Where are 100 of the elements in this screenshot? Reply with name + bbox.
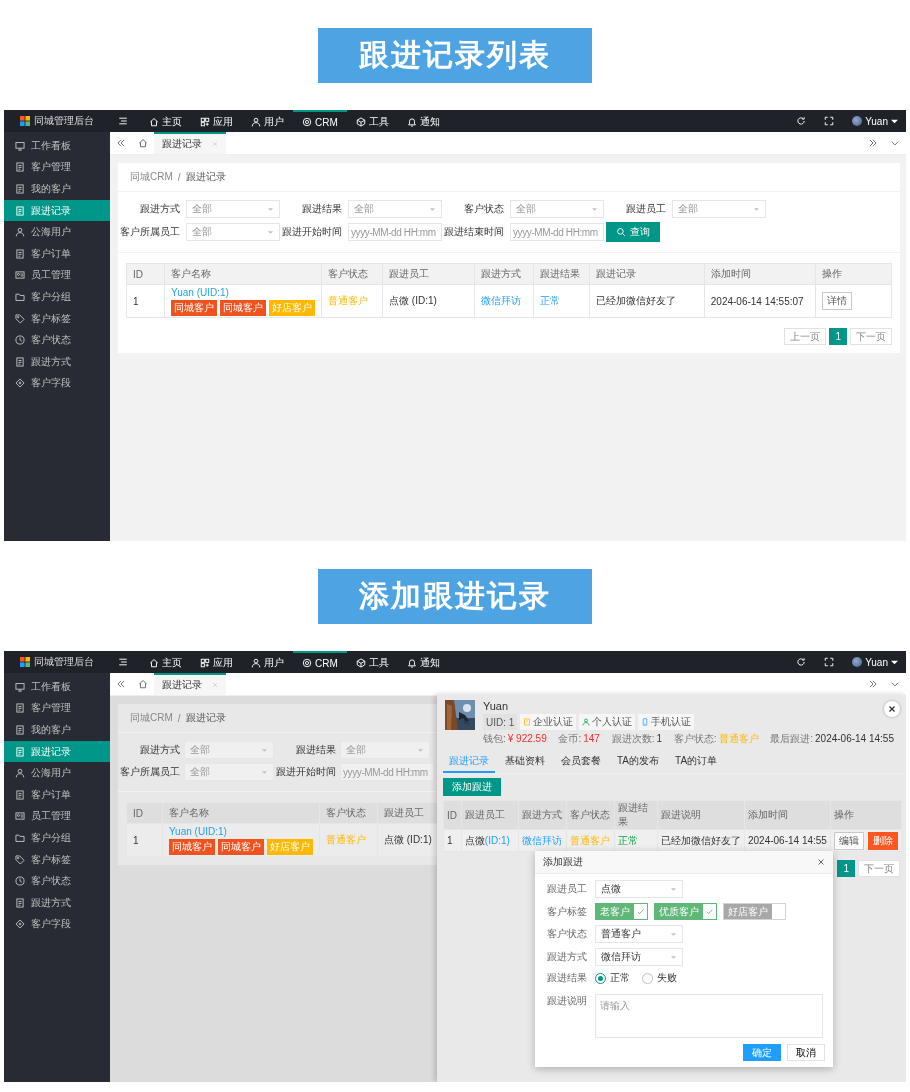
document-icon xyxy=(15,205,25,216)
expand-icon[interactable] xyxy=(868,138,878,148)
sidebar-item[interactable]: 客户管理 xyxy=(4,156,110,179)
chevron-down-icon[interactable] xyxy=(890,138,900,148)
breadcrumb-link[interactable]: 同城CRM xyxy=(130,170,173,184)
fullscreen-icon[interactable] xyxy=(824,657,835,667)
person-icon xyxy=(15,768,25,779)
sidebar-item[interactable]: 工作看板 xyxy=(4,135,110,157)
caret-icon xyxy=(267,205,274,213)
table-cell: 已经加微信好友了 xyxy=(595,295,676,306)
sidebar-item[interactable]: 我的客户 xyxy=(4,719,110,741)
refresh-icon[interactable] xyxy=(796,657,807,667)
page-tab[interactable]: 跟进记录 xyxy=(154,673,226,695)
nav-item[interactable]: 主页 xyxy=(140,110,191,132)
sidebar-item[interactable]: 客户分组 xyxy=(4,827,110,849)
customer-tag: 同城客户 xyxy=(171,299,218,316)
expand-icon[interactable] xyxy=(868,679,878,689)
tab[interactable]: TA的发布 xyxy=(611,750,666,773)
date-field[interactable]: yyyy-MM-dd HH:mm xyxy=(340,763,434,781)
sidebar-item[interactable]: 客户字段 xyxy=(4,372,110,395)
sidebar-item[interactable]: 员工管理 xyxy=(4,805,110,828)
sidebar-item[interactable]: 跟进方式 xyxy=(4,891,110,914)
next-page-button[interactable]: 下一页 xyxy=(858,860,900,877)
dialog-button[interactable]: 取消 xyxy=(787,1044,825,1061)
textarea-field[interactable]: 请输入 xyxy=(595,994,823,1038)
sidebar-item[interactable]: 客户管理 xyxy=(4,697,110,720)
sidebar-item[interactable]: 我的客户 xyxy=(4,178,110,200)
menu-icon[interactable] xyxy=(118,116,128,126)
tag-icon xyxy=(15,313,25,324)
add-follow-up-button[interactable]: 添加跟进 xyxy=(443,778,501,796)
sidebar-item[interactable]: 客户订单 xyxy=(4,242,110,265)
sidebar-item[interactable]: 客户状态 xyxy=(4,870,110,892)
tab[interactable]: 会员套餐 xyxy=(555,750,607,773)
nav-item[interactable]: 通知 xyxy=(397,110,449,132)
home-icon[interactable] xyxy=(138,679,148,689)
select-field[interactable]: 普通客户 xyxy=(595,925,683,943)
breadcrumb-link[interactable]: 跟进记录 xyxy=(185,170,226,184)
radio-button[interactable]: 正常 xyxy=(595,971,630,985)
date-field[interactable]: yyyy-MM-dd HH:mm xyxy=(348,223,442,241)
search-button[interactable]: 查询 xyxy=(606,222,660,242)
stat-value: ¥ 922.59 xyxy=(507,733,547,744)
next-page-button[interactable]: 下一页 xyxy=(850,328,892,345)
menu-icon[interactable] xyxy=(118,657,128,667)
sidebar-item[interactable]: 公海用户 xyxy=(4,762,110,784)
filter-label: 跟进结果 xyxy=(295,743,336,757)
sidebar-item[interactable]: 客户状态 xyxy=(4,329,110,351)
select-field[interactable]: 微信拜访 xyxy=(595,948,683,966)
user-menu[interactable]: Yuan xyxy=(852,110,898,132)
nav-item[interactable]: 用户 xyxy=(242,651,293,673)
table-cell: 1 xyxy=(133,834,139,846)
close-button[interactable] xyxy=(884,701,900,717)
sidebar-item[interactable]: 员工管理 xyxy=(4,264,110,287)
nav-item[interactable]: 工具 xyxy=(346,651,398,673)
sidebar-item[interactable]: 跟进记录 xyxy=(4,199,110,222)
building-icon xyxy=(523,718,532,726)
sidebar-item[interactable]: 客户字段 xyxy=(4,913,110,936)
sidebar-item[interactable]: 跟进记录 xyxy=(4,740,110,763)
page-tab[interactable]: 跟进记录 xyxy=(154,132,226,154)
page-button[interactable]: 1 xyxy=(837,860,855,877)
collapse-icon[interactable] xyxy=(116,138,126,148)
result-text: 正常 xyxy=(617,834,638,846)
tab[interactable]: 基础资料 xyxy=(499,750,551,773)
fullscreen-icon[interactable] xyxy=(824,116,835,126)
date-field[interactable]: yyyy-MM-dd HH:mm xyxy=(510,223,604,241)
sidebar-item[interactable]: 跟进方式 xyxy=(4,350,110,373)
sidebar-item[interactable]: 公海用户 xyxy=(4,221,110,243)
search-icon xyxy=(616,227,626,237)
select-field[interactable]: 点微 xyxy=(595,880,683,898)
refresh-icon[interactable] xyxy=(796,116,807,126)
nav-item[interactable]: 主页 xyxy=(140,651,191,673)
page-button[interactable]: 1 xyxy=(829,328,847,345)
nav-item[interactable]: 应用 xyxy=(191,651,242,673)
nav-item[interactable]: 工具 xyxy=(346,110,398,132)
previous-page-button[interactable]: 上一页 xyxy=(784,328,827,345)
sidebar-item[interactable]: 客户分组 xyxy=(4,286,110,308)
verification-badge: 企业认证 xyxy=(520,714,577,730)
sidebar-item[interactable]: 客户标签 xyxy=(4,848,110,871)
nav-item[interactable]: 用户 xyxy=(242,110,293,132)
sidebar-item[interactable]: 客户订单 xyxy=(4,783,110,806)
nav-item[interactable]: 通知 xyxy=(397,651,449,673)
nav-item[interactable]: 应用 xyxy=(191,110,242,132)
collapse-icon[interactable] xyxy=(116,679,126,689)
filter-label: 客户状态 xyxy=(463,202,504,216)
close-icon[interactable] xyxy=(817,858,825,866)
column-header: ID xyxy=(133,268,143,280)
breadcrumb-link[interactable]: 跟进记录 xyxy=(185,711,226,725)
sidebar-item[interactable]: 工作看板 xyxy=(4,676,110,698)
user-menu[interactable]: Yuan xyxy=(852,651,898,673)
action-button[interactable]: 详情 xyxy=(822,292,853,310)
home-icon[interactable] xyxy=(138,138,148,148)
tab[interactable]: TA的订单 xyxy=(669,750,724,773)
stat-label: 钱包: xyxy=(483,733,506,744)
radio-button[interactable]: 失败 xyxy=(642,971,677,985)
column-header: 跟进员工 xyxy=(464,809,505,820)
table-cell: 1 xyxy=(447,835,453,846)
status-text: 普通客户 xyxy=(326,834,366,845)
customer-tag: 好店客户 xyxy=(269,299,316,316)
action-button[interactable]: 编辑 xyxy=(833,831,864,850)
sidebar-item[interactable]: 客户标签 xyxy=(4,307,110,330)
chevron-down-icon[interactable] xyxy=(890,679,900,689)
